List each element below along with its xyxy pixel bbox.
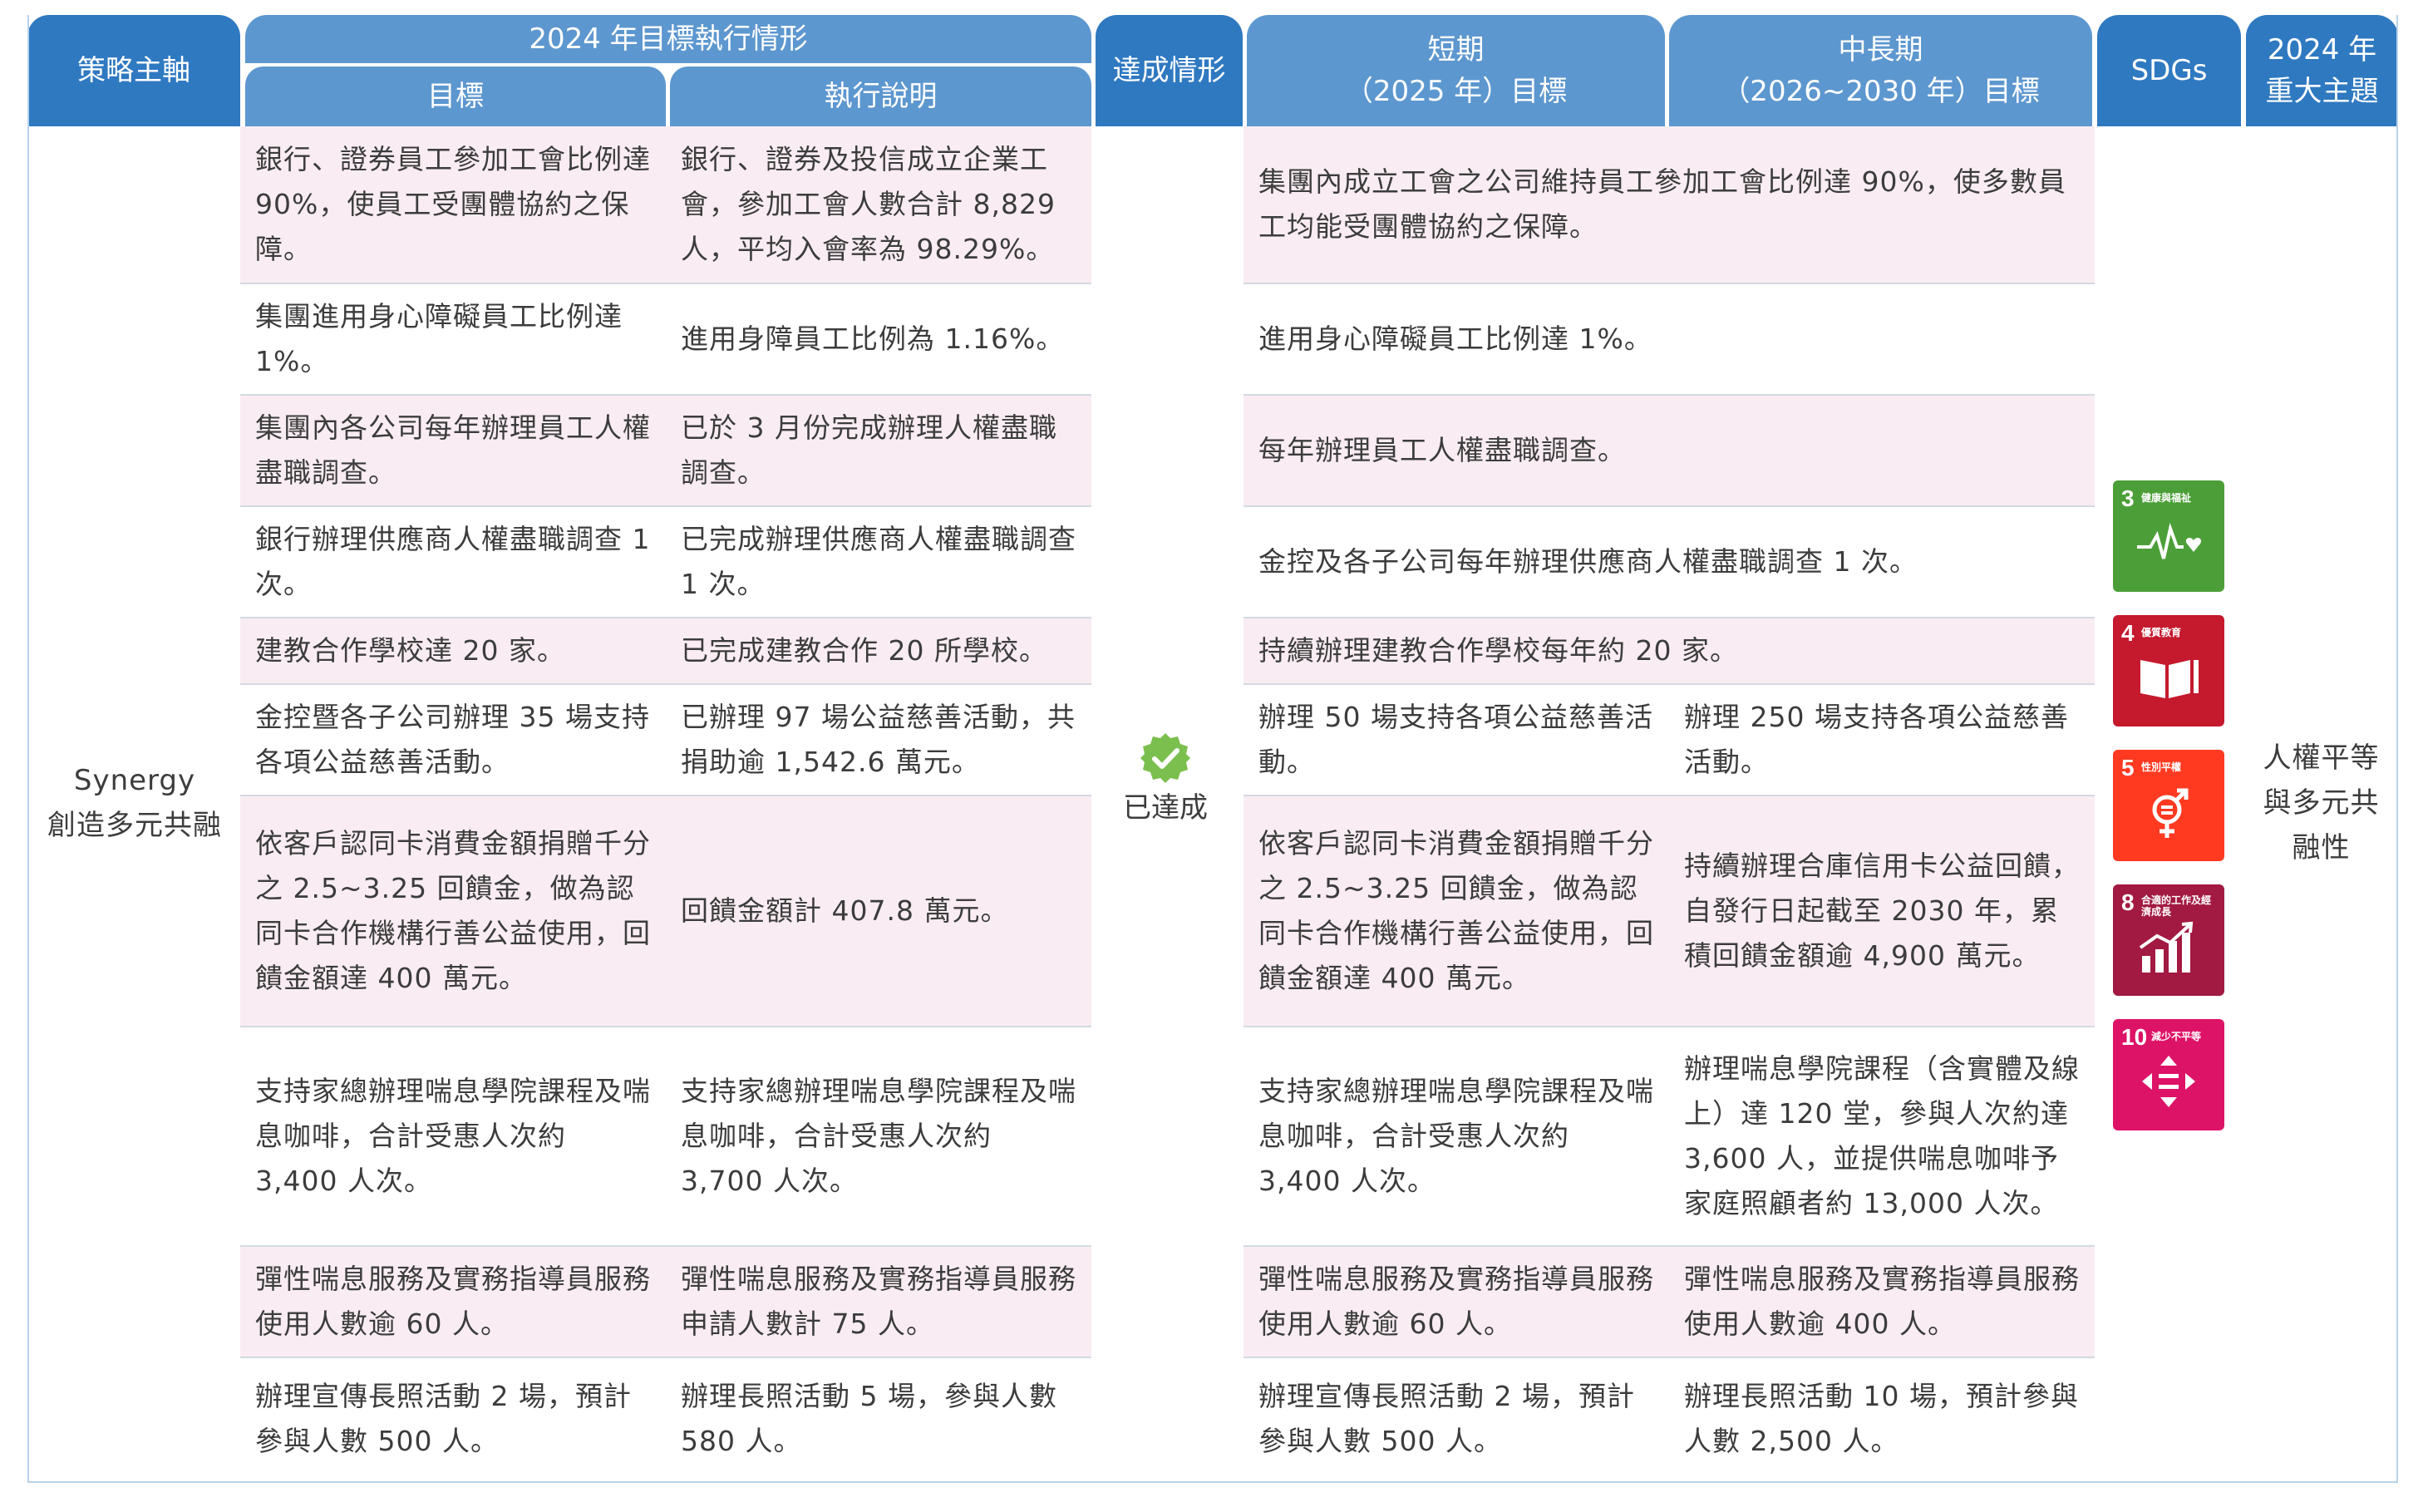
row-2-short-term: 進用身心障礙員工比例達 1%。 xyxy=(1258,323,1652,355)
strategy-cell: Synergy 創造多元共融 xyxy=(29,126,240,1480)
row-2-description: 進用身障員工比例為 1.16%。 xyxy=(681,323,1065,355)
row-1-short-term: 集團內成立工會之公司維持員工參加工會比例達 90%，使多數員工均能受團體協約之保… xyxy=(1244,126,2095,283)
row-separator xyxy=(240,617,1091,618)
row-6-description: 已辦理 97 場公益慈善活動，共捐助逾 1,542.6 萬元。 xyxy=(681,701,1076,778)
row-8-goal: 支持家總辦理喘息學院課程及喘息咖啡，合計受惠人次約 3,400 人次。 xyxy=(255,1075,651,1197)
row-5-short-term: 持續辦理建教合作學校每年約 20 家。 xyxy=(1244,618,2095,683)
row-5-goal: 建教合作學校達 20 家。 xyxy=(255,634,565,667)
heartbeat-icon xyxy=(2137,522,2202,559)
row-separator xyxy=(1244,394,2095,396)
row-7-short-term: 依客戶認同卡消費金額捐贈千分之 2.5~3.25 回饋金，做為認同卡合作機構行善… xyxy=(1244,796,1669,1026)
row-10-goal: 辦理宣傳長照活動 2 場，預計參與人數 500 人。 xyxy=(255,1380,632,1457)
row-separator xyxy=(240,505,1091,507)
row-4-goal: 銀行辦理供應商人權盡職調查 1 次。 xyxy=(255,523,651,600)
row-separator xyxy=(1244,683,2095,685)
row-separator xyxy=(240,683,1091,685)
row-10-mid-long: 辦理長照活動 10 場，預計參與人數 2,500 人。 xyxy=(1684,1380,2079,1457)
sdg-10-icon: 10 減少不平等 xyxy=(2113,1019,2224,1130)
row-separator xyxy=(240,795,1091,796)
row-1-goal: 銀行、證券員工參加工會比例達 90%，使員工受團體協約之保障。 xyxy=(255,143,651,265)
major-topic-line1: 人權平等 xyxy=(2263,741,2380,775)
row-3-short-term: 每年辦理員工人權盡職調查。 xyxy=(1244,396,2095,505)
sdg-10-number: 10 xyxy=(2121,1024,2148,1050)
major-topic-line2: 與多元共 xyxy=(2263,786,2380,820)
sdg-10-caption: 減少不平等 xyxy=(2151,1031,2202,1042)
sdg-3-icon: 3 健康與福祉 xyxy=(2113,480,2224,592)
row-separator xyxy=(1244,1357,2095,1358)
row-7-description: 回饋金額計 407.8 萬元。 xyxy=(681,894,1009,927)
sdg-3-number: 3 xyxy=(2121,485,2135,511)
row-8-description: 支持家總辦理喘息學院課程及喘息咖啡，合計受惠人次約 3,700 人次。 xyxy=(681,1075,1076,1197)
row-separator xyxy=(1244,1026,2095,1027)
major-topic-cell: 人權平等 與多元共 融性 xyxy=(2246,126,2396,1480)
sdg-3-caption: 健康與福祉 xyxy=(2141,492,2192,504)
row-separator xyxy=(1244,617,2095,618)
sdg-4-number: 4 xyxy=(2121,620,2135,646)
row-8-mid-long: 辦理喘息學院課程（含實體及線上）達 120 堂，參與人次約達 3,600 人，並… xyxy=(1684,1052,2080,1219)
row-separator xyxy=(240,1245,1091,1247)
sdg-8-icon: 8 合適的工作及經濟成長 xyxy=(2113,884,2224,996)
row-5-description: 已完成建教合作 20 所學校。 xyxy=(681,634,1047,667)
gender-equality-icon xyxy=(2152,788,2189,838)
row-separator xyxy=(240,1026,1091,1027)
row-6-goal: 金控暨各子公司辦理 35 場支持各項公益慈善活動。 xyxy=(255,701,650,778)
row-7-goal: 依客戶認同卡消費金額捐贈千分之 2.5~3.25 回饋金，做為認同卡合作機構行善… xyxy=(255,827,651,994)
sdg-4-caption: 優質教育 xyxy=(2141,627,2182,638)
row-separator xyxy=(1244,1245,2095,1247)
sdg-5-icon: 5 性別平權 xyxy=(2113,750,2224,861)
row-3-goal: 集團內各公司每年辦理員工人權盡職調查。 xyxy=(255,411,651,489)
row-9-description: 彈性喘息服務及實務指導員服務申請人數計 75 人。 xyxy=(681,1263,1076,1340)
row-separator xyxy=(240,394,1091,396)
strategy-line1: Synergy xyxy=(73,764,196,797)
row-2-goal: 集團進用身心障礙員工比例達 1%。 xyxy=(255,300,623,377)
sdg-5-caption: 性別平權 xyxy=(2141,761,2182,773)
row-4-short-term: 金控及各子公司每年辦理供應商人權盡職調查 1 次。 xyxy=(1258,545,1918,578)
row-10-description: 辦理長照活動 5 場，參與人數 580 人。 xyxy=(681,1380,1057,1457)
sdg-8-number: 8 xyxy=(2121,889,2135,915)
row-9-goal: 彈性喘息服務及實務指導員服務使用人數逾 60 人。 xyxy=(255,1263,651,1340)
check-badge-icon xyxy=(1140,733,1190,783)
row-9-short-term: 彈性喘息服務及實務指導員服務使用人數逾 60 人。 xyxy=(1244,1247,1669,1357)
row-6-short-term: 辦理 50 場支持各項公益慈善活動。 xyxy=(1258,701,1653,778)
reduced-inequality-icon xyxy=(2142,1056,2195,1107)
row-separator xyxy=(1244,795,2095,796)
growth-chart-icon xyxy=(2139,921,2194,973)
row-8-short-term: 支持家總辦理喘息學院課程及喘息咖啡，合計受惠人次約 3,400 人次。 xyxy=(1258,1075,1654,1197)
row-4-description: 已完成辦理供應商人權盡職調查 1 次。 xyxy=(681,523,1076,600)
row-7-mid-long: 持續辦理合庫信用卡公益回饋，自發行日起截至 2030 年，累積回饋金額逾 4,9… xyxy=(1669,796,2095,1026)
row-separator xyxy=(1244,505,2095,507)
row-separator xyxy=(240,283,1091,284)
row-10-short-term: 辦理宣傳長照活動 2 場，預計參與人數 500 人。 xyxy=(1258,1380,1635,1457)
major-topic-line3: 融性 xyxy=(2292,831,2351,864)
book-icon xyxy=(2140,660,2199,698)
row-separator xyxy=(1244,283,2095,284)
row-6-mid-long: 辦理 250 場支持各項公益慈善活動。 xyxy=(1684,701,2069,778)
row-3-description: 已於 3 月份完成辦理人權盡職調查。 xyxy=(681,411,1057,489)
strategy-line2: 創造多元共融 xyxy=(47,809,222,842)
row-9-mid-long: 彈性喘息服務及實務指導員服務使用人數逾 400 人。 xyxy=(1669,1247,2095,1357)
sdg-5-number: 5 xyxy=(2121,755,2135,781)
sdg-4-icon: 4 優質教育 xyxy=(2113,615,2224,726)
row-1-description: 銀行、證券及投信成立企業工會，參加工會人數合計 8,829 人，平均入會率為 9… xyxy=(681,143,1056,265)
sdg-8-caption: 合適的工作及經濟成長 xyxy=(2141,894,2212,918)
achievement-label: 已達成 xyxy=(1123,791,1208,825)
row-separator xyxy=(240,1357,1091,1358)
